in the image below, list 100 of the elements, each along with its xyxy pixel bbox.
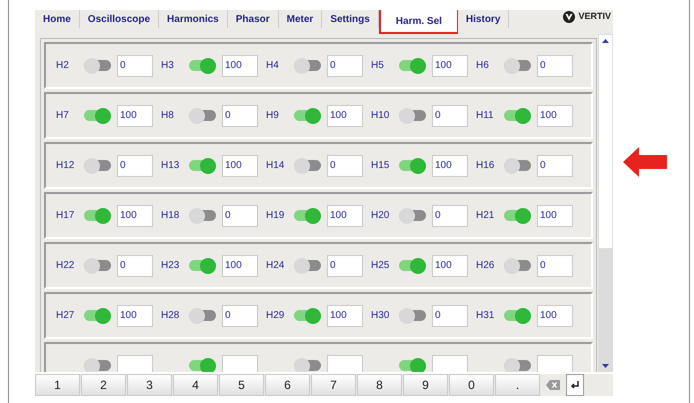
- value-field[interactable]: 0: [117, 54, 153, 76]
- value-field[interactable]: 100: [432, 254, 468, 276]
- harmonic-label: H15: [371, 159, 390, 173]
- harmonic-label: H11: [476, 109, 495, 123]
- value-field[interactable]: 100: [537, 104, 573, 126]
- harmonic-label: H2: [56, 59, 70, 73]
- scrollbar[interactable]: [598, 34, 613, 372]
- keypad-key[interactable]: 0: [449, 374, 494, 396]
- enter-icon: [570, 380, 580, 390]
- toggle-switch[interactable]: [294, 58, 321, 74]
- harmonic-label: H5: [371, 59, 385, 73]
- enter-key[interactable]: [566, 374, 584, 396]
- keypad-key[interactable]: .: [495, 374, 540, 396]
- value-field[interactable]: [432, 354, 468, 372]
- keypad-key[interactable]: 1: [35, 374, 80, 396]
- keypad-key[interactable]: 2: [81, 374, 126, 396]
- value-field[interactable]: 0: [327, 54, 363, 76]
- value-field[interactable]: 100: [117, 204, 153, 226]
- value-field[interactable]: 100: [117, 104, 153, 126]
- harmonic-label: H17: [56, 209, 76, 223]
- toggle-switch[interactable]: [189, 58, 216, 74]
- toggle-switch[interactable]: [399, 108, 426, 124]
- toggle-switch[interactable]: [294, 208, 321, 224]
- tab[interactable]: Harm. Sel: [378, 10, 458, 34]
- toggle-switch[interactable]: [294, 158, 321, 174]
- value-field[interactable]: 100: [537, 204, 573, 226]
- toggle-switch[interactable]: [399, 58, 426, 74]
- toggle-switch[interactable]: [189, 308, 216, 324]
- toggle-switch[interactable]: [294, 258, 321, 274]
- toggle-switch[interactable]: [84, 358, 111, 372]
- value-field[interactable]: 100: [117, 304, 153, 326]
- value-field[interactable]: 0: [327, 154, 363, 176]
- toggle-switch[interactable]: [189, 158, 216, 174]
- toggle-switch[interactable]: [399, 258, 426, 274]
- value-field[interactable]: 100: [432, 54, 468, 76]
- keypad-key[interactable]: 6: [265, 374, 310, 396]
- value-field[interactable]: 0: [222, 304, 258, 326]
- keypad-key[interactable]: 9: [403, 374, 448, 396]
- toggle-switch[interactable]: [294, 108, 321, 124]
- toggle-switch[interactable]: [504, 58, 531, 74]
- toggle-switch[interactable]: [84, 258, 111, 274]
- value-field[interactable]: 100: [432, 154, 468, 176]
- backspace-icon: [546, 380, 560, 390]
- harmonic-label: H4: [266, 59, 280, 73]
- toggle-switch[interactable]: [504, 108, 531, 124]
- toggle-switch[interactable]: [84, 208, 111, 224]
- toggle-switch[interactable]: [84, 158, 111, 174]
- scroll-down-icon[interactable]: [602, 364, 609, 368]
- value-field[interactable]: 100: [537, 304, 573, 326]
- toggle-switch[interactable]: [399, 158, 426, 174]
- toggle-switch[interactable]: [84, 58, 111, 74]
- value-field[interactable]: 0: [432, 104, 468, 126]
- keypad-key[interactable]: 7: [311, 374, 356, 396]
- toggle-switch[interactable]: [504, 208, 531, 224]
- value-field[interactable]: 100: [327, 104, 363, 126]
- toggle-switch[interactable]: [189, 258, 216, 274]
- toggle-switch[interactable]: [294, 358, 321, 372]
- toggle-switch[interactable]: [399, 358, 426, 372]
- value-field[interactable]: 100: [222, 254, 258, 276]
- value-field[interactable]: [327, 354, 363, 372]
- value-field[interactable]: 0: [537, 154, 573, 176]
- toggle-switch[interactable]: [504, 158, 531, 174]
- keypad-key[interactable]: 4: [173, 374, 218, 396]
- toggle-switch[interactable]: [189, 108, 216, 124]
- tab[interactable]: Meter: [278, 10, 322, 28]
- value-field[interactable]: [117, 354, 153, 372]
- toggle-switch[interactable]: [294, 308, 321, 324]
- value-field[interactable]: 100: [222, 154, 258, 176]
- value-field[interactable]: 0: [117, 254, 153, 276]
- value-field[interactable]: 100: [327, 204, 363, 226]
- toggle-switch[interactable]: [189, 358, 216, 372]
- value-field[interactable]: [537, 354, 573, 372]
- harmonic-label: H31: [476, 309, 496, 323]
- harmonic-label: H23: [161, 259, 180, 273]
- harmonic-label: H7: [56, 109, 70, 123]
- toggle-switch[interactable]: [399, 308, 426, 324]
- value-field[interactable]: [222, 354, 258, 372]
- toggle-switch[interactable]: [189, 208, 216, 224]
- tab[interactable]: Phasor: [228, 10, 279, 28]
- value-field[interactable]: 0: [432, 204, 468, 226]
- value-field[interactable]: 0: [432, 304, 468, 326]
- toggle-switch[interactable]: [504, 258, 531, 274]
- value-field[interactable]: 0: [537, 54, 573, 76]
- value-field[interactable]: 0: [537, 254, 573, 276]
- value-field[interactable]: 100: [327, 304, 363, 326]
- scroll-up-icon[interactable]: [602, 39, 609, 43]
- toggle-switch[interactable]: [399, 208, 426, 224]
- value-field[interactable]: 0: [222, 204, 258, 226]
- toggle-switch[interactable]: [504, 308, 531, 324]
- value-field[interactable]: 0: [222, 104, 258, 126]
- keypad-key[interactable]: 3: [127, 374, 172, 396]
- value-field[interactable]: 0: [327, 254, 363, 276]
- toggle-switch[interactable]: [84, 308, 111, 324]
- toggle-switch[interactable]: [84, 108, 111, 124]
- value-field[interactable]: 100: [222, 54, 258, 76]
- keypad-key[interactable]: 8: [357, 374, 402, 396]
- value-field[interactable]: 0: [117, 154, 153, 176]
- keypad-key[interactable]: 5: [219, 374, 264, 396]
- toggle-switch[interactable]: [504, 358, 531, 372]
- harmonic-label: H10: [371, 109, 390, 123]
